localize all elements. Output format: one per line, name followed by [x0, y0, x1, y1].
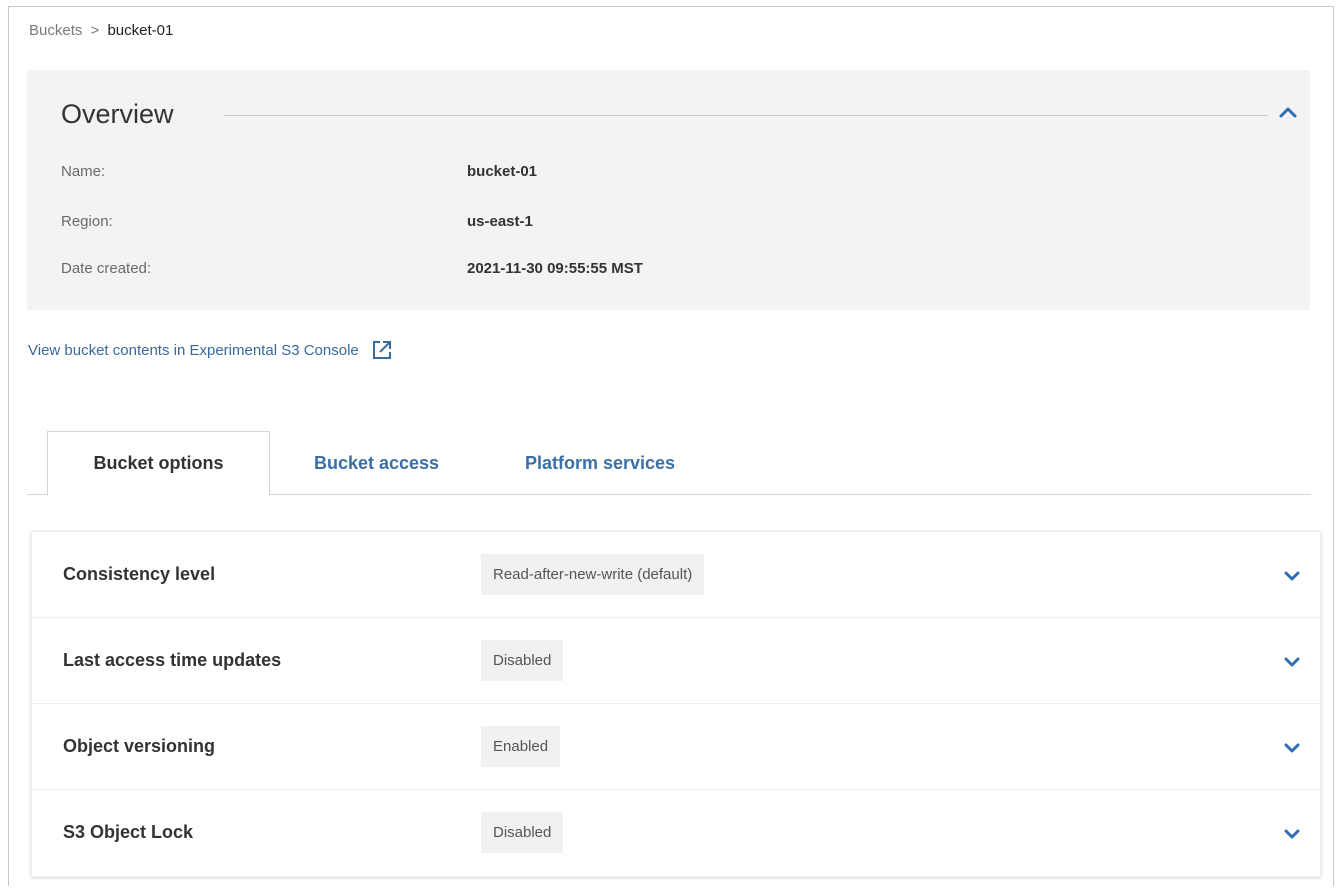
option-value-badge: Disabled — [481, 640, 564, 681]
overview-label: Name: — [61, 163, 106, 180]
breadcrumb-parent-link[interactable]: Buckets — [29, 22, 82, 39]
tab-platform-services[interactable]: Platform services — [495, 431, 705, 495]
option-value-badge: Read-after-new-write (default) — [481, 554, 705, 595]
option-value-badge: Disabled — [481, 812, 564, 853]
overview-value: bucket-01 — [467, 163, 538, 180]
option-row-last-access-time[interactable]: Last access time updates Disabled — [32, 618, 1322, 704]
option-value-badge: Enabled — [481, 726, 561, 767]
option-label: Consistency level — [63, 564, 216, 584]
overview-divider — [224, 115, 1268, 116]
overview-label: Region: — [61, 213, 113, 230]
breadcrumb-current: bucket-01 — [107, 22, 174, 39]
option-label: S3 Object Lock — [63, 822, 194, 842]
overview-title: Overview — [61, 99, 174, 129]
overview-panel: Overview Name: bucket-01 Region: us-east… — [27, 70, 1310, 310]
option-row-consistency-level[interactable]: Consistency level Read-after-new-write (… — [32, 532, 1322, 618]
external-link-icon — [372, 341, 391, 359]
bucket-tabs: Bucket options Bucket access Platform se… — [27, 431, 1311, 496]
s3-console-link[interactable]: View bucket contents in Experimental S3 … — [28, 339, 393, 361]
chevron-down-icon[interactable] — [1282, 652, 1302, 672]
chevron-down-icon[interactable] — [1282, 738, 1302, 758]
tab-bucket-access[interactable]: Bucket access — [289, 431, 464, 495]
tab-bucket-options[interactable]: Bucket options — [47, 431, 270, 496]
breadcrumb: Buckets > bucket-01 — [29, 22, 173, 39]
breadcrumb-separator: > — [90, 22, 100, 39]
overview-label: Date created: — [61, 260, 152, 277]
chevron-down-icon[interactable] — [1282, 824, 1302, 844]
option-label: Object versioning — [63, 736, 216, 756]
chevron-up-icon — [1279, 107, 1297, 118]
chevron-down-icon[interactable] — [1282, 566, 1302, 586]
overview-value: us-east-1 — [467, 213, 533, 230]
bucket-options-list: Consistency level Read-after-new-write (… — [31, 531, 1322, 877]
collapse-overview-button[interactable] — [1277, 101, 1299, 123]
overview-value: 2021-11-30 09:55:55 MST — [467, 260, 643, 277]
option-row-object-versioning[interactable]: Object versioning Enabled — [32, 704, 1322, 790]
s3-console-link-label: View bucket contents in Experimental S3 … — [28, 341, 359, 359]
option-row-s3-object-lock[interactable]: S3 Object Lock Disabled — [32, 790, 1322, 876]
option-label: Last access time updates — [63, 650, 282, 670]
